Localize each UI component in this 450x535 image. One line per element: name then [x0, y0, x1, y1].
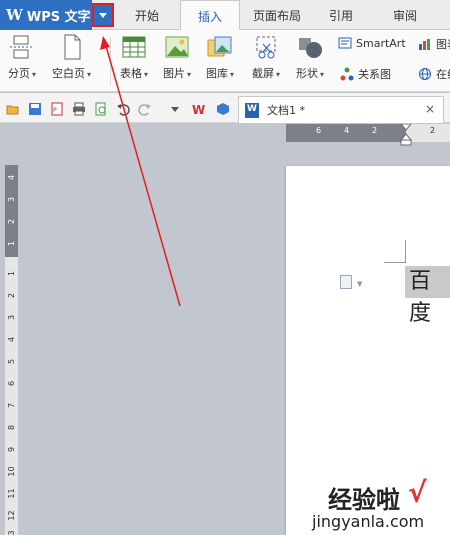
print-icon[interactable] — [72, 101, 86, 116]
screenshot-icon — [252, 34, 280, 60]
picture-button[interactable]: 图片 ▾ — [163, 34, 191, 81]
ribbon-insert: 分页 ▾ 空白页 ▾ 表格 ▾ 图片 ▾ 图库 ▾ 截屏 ▾ 形状 ▾ Smar… — [0, 30, 450, 92]
wps-home-icon[interactable]: W — [192, 101, 206, 117]
word-doc-icon — [245, 102, 259, 118]
screenshot-button[interactable]: 截屏 ▾ — [252, 34, 280, 81]
ruler-number: 4 — [7, 174, 16, 181]
export-pdf-icon[interactable]: P — [50, 101, 64, 116]
shapes-label: 形状 — [296, 67, 318, 80]
online-icon — [418, 67, 432, 81]
tab-start[interactable]: 开始 — [122, 0, 172, 30]
paragraph-options-icon[interactable] — [340, 275, 352, 289]
chevron-down-icon[interactable]: ▼ — [357, 280, 362, 288]
gallery-label: 图库 — [206, 67, 228, 80]
gallery-icon — [206, 34, 234, 60]
horizontal-ruler[interactable]: 6 4 2 2 — [286, 124, 450, 146]
save-icon[interactable] — [28, 101, 42, 115]
table-button[interactable]: 表格 ▾ — [120, 34, 148, 81]
picture-icon — [163, 34, 191, 60]
svg-text:P: P — [53, 107, 57, 114]
ruler-number: 7 — [7, 402, 16, 409]
chart-icon — [418, 37, 432, 51]
online-button[interactable]: 在线 — [418, 66, 450, 82]
document-tab[interactable]: 文档1 * × — [238, 96, 444, 123]
margin-corner-mark — [384, 262, 406, 263]
ruler-number: 8 — [7, 424, 16, 431]
ruler-number: 1 — [7, 240, 16, 247]
ruler-number: 3 — [7, 314, 16, 321]
ruler-text-area — [406, 124, 450, 142]
page-break-icon — [8, 34, 36, 60]
relation-diagram-button[interactable]: 关系图 — [340, 66, 391, 82]
customize-toolbar-icon[interactable] — [168, 101, 182, 115]
shapes-icon — [296, 34, 324, 60]
vertical-ruler[interactable]: 432112345678910111213 — [5, 165, 18, 535]
smartart-label: SmartArt — [356, 36, 406, 50]
chevron-down-icon — [99, 12, 107, 18]
title-bar: W WPS 文字 开始 插入 页面布局 引用 审阅 — [0, 0, 450, 31]
watermark-check-icon: √ — [408, 476, 427, 509]
wps-logo-icon: W — [6, 6, 23, 24]
tab-references[interactable]: 引用 — [316, 0, 366, 30]
svg-text:W: W — [192, 103, 205, 116]
tab-insert[interactable]: 插入 — [180, 0, 240, 31]
relation-diagram-icon — [340, 67, 354, 81]
ruler-number: 13 — [7, 530, 16, 535]
cloud-doc-icon[interactable] — [216, 101, 230, 115]
tab-page-layout[interactable]: 页面布局 — [246, 0, 308, 30]
ruler-number: 2 — [7, 218, 16, 225]
smartart-button[interactable]: SmartArt — [338, 36, 406, 50]
ruler-number: 12 — [7, 510, 16, 521]
ruler-number: 4 — [344, 126, 350, 135]
ribbon-separator — [110, 36, 111, 86]
ruler-number: 9 — [7, 446, 16, 453]
ruler-number: 2 — [430, 126, 436, 135]
redo-icon[interactable] — [138, 101, 152, 116]
print-preview-icon[interactable] — [94, 101, 108, 116]
ruler-number: 6 — [316, 126, 322, 135]
shapes-button[interactable]: 形状 ▾ — [296, 34, 324, 81]
gallery-button[interactable]: 图库 ▾ — [206, 34, 234, 81]
ruler-number: 10 — [7, 466, 16, 477]
selected-text[interactable]: 百度 — [405, 266, 450, 326]
table-label: 表格 — [120, 67, 142, 80]
undo-icon[interactable] — [116, 101, 130, 116]
screenshot-label: 截屏 — [252, 67, 274, 80]
app-menu-button[interactable]: W WPS 文字 — [0, 0, 92, 30]
ruler-number: 6 — [7, 380, 16, 387]
ruler-number: 1 — [7, 270, 16, 277]
blank-page-button[interactable]: 空白页 ▾ — [52, 34, 91, 81]
table-icon — [120, 34, 148, 60]
app-name: WPS 文字 — [26, 9, 91, 25]
wps-window: W WPS 文字 开始 插入 页面布局 引用 审阅 分页 ▾ 空白页 ▾ 表格 … — [0, 0, 450, 535]
ruler-number: 2 — [7, 292, 16, 299]
app-dropdown-button[interactable] — [92, 3, 114, 27]
watermark-url: jingyanla.com — [312, 512, 425, 531]
indent-marker-icon[interactable] — [400, 124, 412, 146]
page-break-button[interactable]: 分页 ▾ — [8, 34, 36, 81]
picture-label: 图片 — [163, 67, 185, 80]
blank-page-label: 空白页 — [52, 67, 85, 80]
chart-button[interactable]: 图表 — [418, 36, 450, 52]
smartart-icon — [338, 36, 352, 50]
ruler-number: 2 — [372, 126, 378, 135]
ruler-number: 3 — [7, 196, 16, 203]
watermark-title: 经验啦 — [328, 486, 400, 514]
document-title: 文档1 * — [267, 104, 305, 117]
open-folder-icon[interactable] — [6, 101, 20, 115]
chart-label: 图表 — [436, 38, 450, 51]
ruler-number: 4 — [7, 336, 16, 343]
ruler-number: 5 — [7, 358, 16, 365]
ruler-number: 11 — [7, 488, 16, 499]
close-tab-icon[interactable]: × — [425, 102, 435, 116]
online-label: 在线 — [436, 68, 450, 81]
page-break-label: 分页 — [8, 67, 30, 80]
blank-page-icon — [58, 34, 86, 60]
margin-corner-mark — [405, 240, 406, 262]
tab-review[interactable]: 审阅 — [380, 0, 430, 30]
relation-diagram-label: 关系图 — [358, 68, 391, 81]
